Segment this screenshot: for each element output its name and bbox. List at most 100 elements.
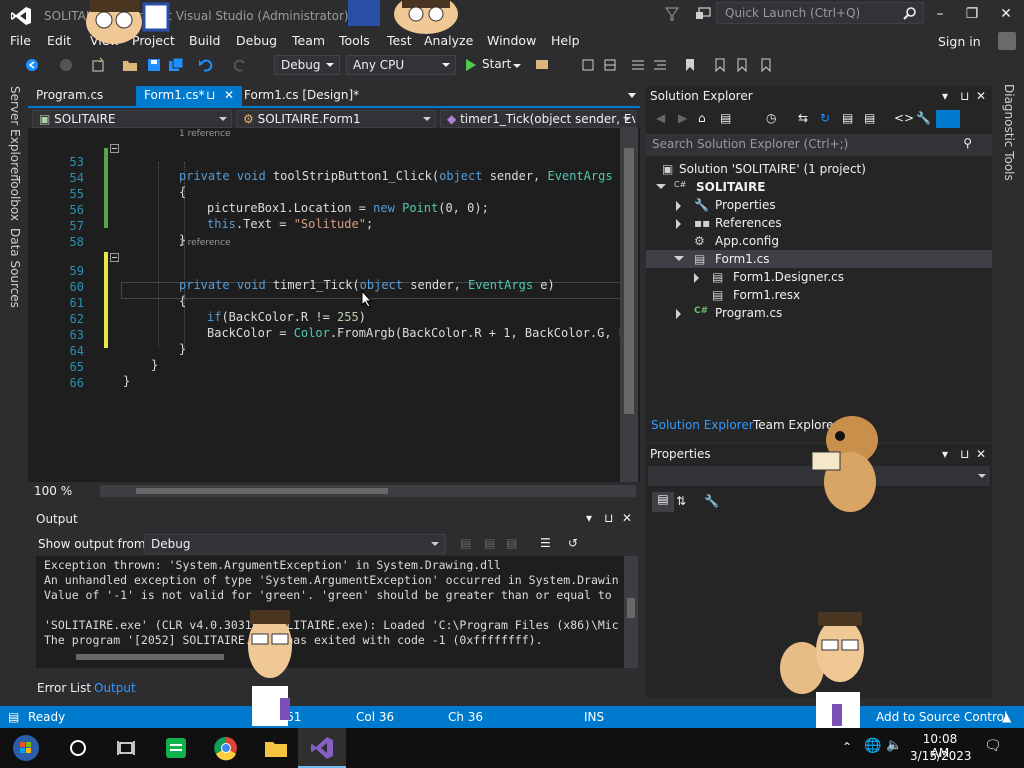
word-wrap-icon[interactable]: ↺ [568,536,578,550]
bookmark-prev-icon[interactable] [712,57,728,73]
pin-icon[interactable]: ⊔ [604,511,613,525]
uncomment-lines-icon[interactable] [652,57,668,73]
task-view-icon[interactable] [112,734,140,762]
menu-help[interactable]: Help [551,33,580,48]
forward-icon[interactable] [58,57,74,73]
data-sources-tab[interactable]: Data Sources [8,228,22,308]
menu-edit[interactable]: Edit [47,33,71,48]
output-text[interactable]: Exception thrown: 'System.ArgumentExcept… [36,556,624,668]
show-all-files-icon[interactable]: ▤ [864,111,875,125]
panel-menu-icon[interactable]: ▾ [586,511,592,525]
chevron-up-icon[interactable]: ▲ [1002,710,1011,724]
menu-debug[interactable]: Debug [236,33,277,48]
next-message-icon[interactable]: ▤ [506,536,517,550]
switch-views-icon[interactable]: ▤ [720,111,731,125]
visual-studio-task-icon[interactable] [308,734,336,762]
restore-icon[interactable]: ❐ [962,4,982,24]
tab-error-list[interactable]: Error List [37,681,91,695]
expand-arrow-icon[interactable] [694,273,699,283]
collapse-toggle[interactable] [110,144,119,153]
tab-overflow-icon[interactable] [628,93,636,98]
panel-menu-icon[interactable]: ▾ [942,447,948,461]
tree-solution[interactable]: Solution 'SOLITAIRE' (1 project) [679,162,866,176]
collapse-toggle[interactable] [110,253,119,262]
file-explorer-icon[interactable] [262,734,290,762]
tree-form1-resx[interactable]: Form1.resx [733,288,800,302]
server-explorer-tab[interactable]: Server Explorer [8,86,22,179]
pin-icon[interactable]: ⊔ [206,88,215,102]
save-icon[interactable] [146,57,162,73]
alphabetical-icon[interactable]: ⇅ [676,494,686,508]
type-select[interactable]: ⚙ SOLITAIRE.Form1 [236,110,436,128]
tab-program-cs[interactable]: Program.cs [28,86,111,106]
tree-project[interactable]: SOLITAIRE [696,180,765,194]
find-message-icon[interactable]: ▤ [460,536,471,550]
notifications-filter-icon[interactable] [664,6,680,22]
menu-file[interactable]: File [10,33,31,48]
solution-search-input[interactable]: Search Solution Explorer (Ctrl+;) ⚲ [646,134,992,156]
editor-horizontal-scrollbar[interactable] [100,485,636,497]
home-icon[interactable]: ⌂ [698,111,706,125]
clear-all-icon[interactable]: ☰ [540,536,551,550]
code-editor[interactable]: 1 reference 53 private void toolStripBut… [28,128,640,482]
property-pages-icon[interactable]: 🔧 [704,494,719,508]
scrollbar-thumb[interactable] [136,488,388,494]
sign-in-link[interactable]: Sign in [938,34,981,49]
scrollbar-thumb[interactable] [627,598,635,618]
categorized-icon[interactable]: ▤ [652,492,674,512]
account-icon[interactable] [998,32,1016,50]
bookmark-next-icon[interactable] [734,57,750,73]
back-icon[interactable]: ◀ [656,111,665,125]
close-icon[interactable]: ✕ [622,511,632,525]
tab-output[interactable]: Output [94,681,136,695]
expand-arrow-icon[interactable] [676,201,681,211]
tree-app-config[interactable]: App.config [715,234,779,248]
spreadsheet-app-icon[interactable] [162,734,190,762]
visual-studio-logo-icon[interactable] [10,6,32,26]
tab-form1-design[interactable]: Form1.cs [Design]* [236,86,367,106]
step-over-icon[interactable] [602,57,618,73]
tab-solution-explorer[interactable]: Solution Explorer [651,418,754,432]
editor-vertical-scrollbar[interactable] [620,128,638,482]
feedback-icon[interactable] [694,6,712,22]
prev-message-icon[interactable]: ▤ [484,536,495,550]
menu-tools[interactable]: Tools [339,33,370,48]
tree-form1-designer[interactable]: Form1.Designer.cs [733,270,844,284]
new-project-icon[interactable] [90,57,106,73]
attach-process-icon[interactable] [534,57,550,73]
expand-arrow-icon[interactable] [656,184,666,189]
scrollbar-thumb[interactable] [624,148,634,414]
notifications-icon[interactable]: 🗨 [984,738,1002,754]
search-icon[interactable]: ⚲ [963,136,972,150]
properties-wrench-icon[interactable]: 🔧 [916,111,931,125]
expand-arrow-icon[interactable] [676,309,681,319]
step-into-icon[interactable] [580,57,596,73]
close-icon[interactable]: ✕ [996,4,1016,24]
collapse-all-icon[interactable]: ▤ [842,111,853,125]
tree-properties[interactable]: Properties [715,198,776,212]
sync-icon[interactable]: ⇆ [798,111,808,125]
minimize-icon[interactable]: – [930,4,950,24]
project-select[interactable]: ▣ SOLITAIRE [32,110,232,128]
member-select[interactable]: ◆ timer1_Tick(object sender, Ever [440,110,636,128]
network-icon[interactable]: 🌐 [864,738,881,754]
back-icon[interactable] [24,57,40,73]
start-debugging-button[interactable]: Start [462,56,524,76]
view-code-icon[interactable]: <> [894,111,914,125]
codelens-reference[interactable]: 1 reference [179,238,231,248]
toolbox-tab[interactable]: Toolbox [8,176,22,221]
close-icon[interactable]: ✕ [976,447,986,461]
save-all-icon[interactable] [168,57,184,73]
bookmark-icon[interactable] [682,57,698,73]
expand-arrow-icon[interactable] [674,256,684,261]
codelens-reference[interactable]: 1 reference [179,129,231,139]
clock-date[interactable]: 3/15/2023 [910,749,972,763]
tree-form1-cs[interactable]: Form1.cs [715,252,770,266]
zoom-level[interactable]: 100 % [34,484,72,498]
preview-selected-icon[interactable] [936,110,960,128]
chevron-up-icon[interactable]: ⌃ [842,740,852,754]
tree-program-cs[interactable]: Program.cs [715,306,782,320]
pin-icon[interactable]: ⊔ [960,89,969,103]
output-vscroll[interactable] [624,556,638,668]
close-icon[interactable]: ✕ [976,89,986,103]
